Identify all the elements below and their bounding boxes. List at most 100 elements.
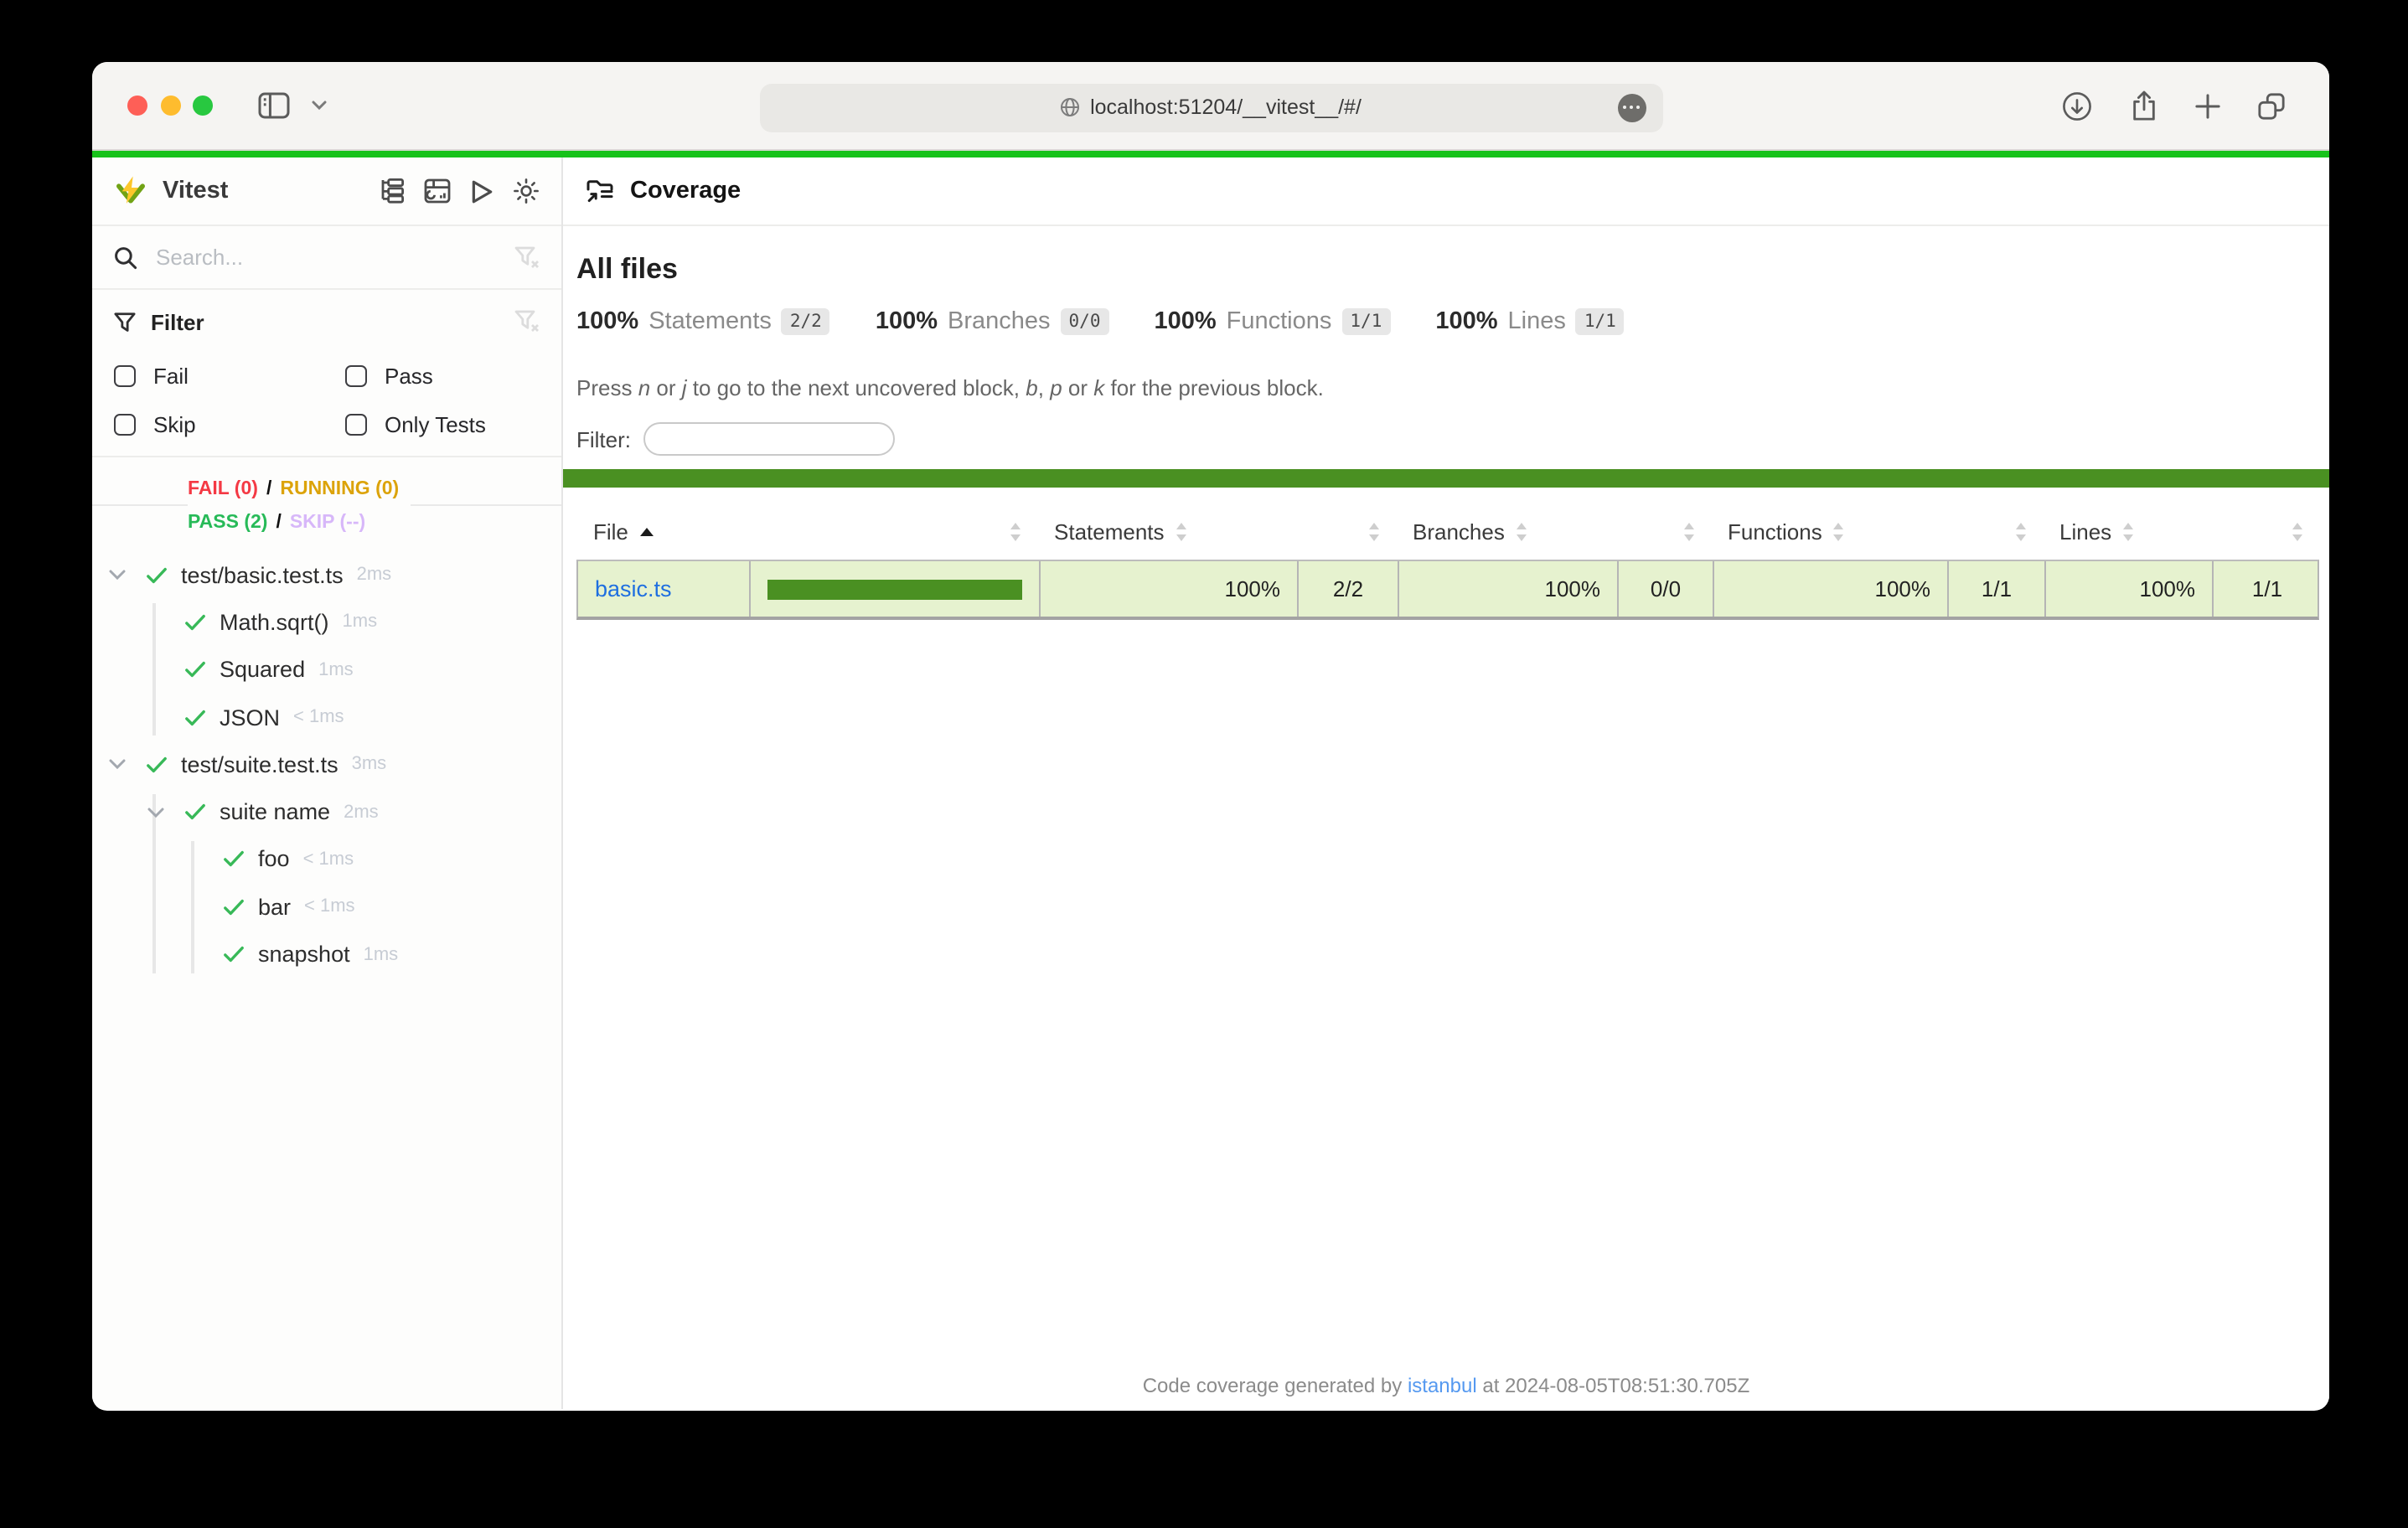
tree-item-bar[interactable]: bar< 1ms (92, 883, 561, 931)
istanbul-link[interactable]: istanbul (1408, 1374, 1477, 1397)
checkbox[interactable] (114, 415, 135, 436)
address-bar[interactable]: localhost:51204/__vitest__/#/ (759, 83, 1662, 132)
test-name: bar (258, 894, 291, 919)
filter-option-skip[interactable]: Skip (114, 400, 345, 449)
zoom-window-button[interactable] (193, 96, 213, 116)
file-coverage-fill (767, 579, 1022, 599)
download-icon[interactable] (2061, 90, 2093, 121)
chevron-down-icon[interactable] (109, 570, 127, 580)
traffic-lights (127, 96, 213, 116)
tree-view-icon[interactable] (379, 178, 406, 204)
file-coverage-bar (767, 579, 1022, 599)
test-name: Math.sqrt() (220, 610, 329, 635)
col-header-functions[interactable]: Functions (1711, 504, 1946, 560)
test-name: foo (258, 847, 290, 872)
browser-window: localhost:51204/__vitest__/#/ (92, 62, 2329, 1411)
test-name: test/basic.test.ts (181, 562, 344, 587)
share-icon[interactable] (2130, 90, 2158, 121)
coverage-summary: 100%Statements2/2100%Branches0/0100%Func… (576, 308, 2329, 335)
tabs-overview-icon[interactable] (2257, 91, 2286, 120)
col-header-statements-raw[interactable] (1295, 504, 1396, 560)
tree-item-squared[interactable]: Squared1ms (92, 646, 561, 694)
tree-item-snapshot[interactable]: snapshot1ms (92, 931, 561, 978)
metric-percent-cell: 100% (1039, 561, 1297, 617)
vitest-logo (114, 174, 147, 208)
summary-label: Branches (948, 308, 1051, 335)
filter-option-label: Pass (385, 364, 433, 389)
coverage-table: File Statements Branches Functions Lines bas… (576, 504, 2319, 620)
coverage-filter: Filter: (576, 422, 2329, 456)
col-header-functions-raw[interactable] (1946, 504, 2043, 560)
summary-ratio-badge: 1/1 (1576, 308, 1625, 335)
check-icon (184, 706, 206, 728)
sidebar-toggle-icon[interactable] (258, 92, 290, 119)
col-header-bar[interactable] (747, 504, 1037, 560)
tree-item-foo[interactable]: foo< 1ms (92, 836, 561, 884)
summary-label: Statements (649, 308, 772, 335)
check-icon (223, 896, 245, 917)
metric-percent-cell: 100% (1398, 561, 1617, 617)
separator: / (266, 479, 271, 499)
summary-statements: 100%Statements2/2 (576, 308, 830, 335)
col-header-branches-raw[interactable] (1615, 504, 1711, 560)
test-duration: 1ms (343, 612, 378, 632)
clear-filter-icon[interactable] (514, 310, 540, 333)
col-header-branches[interactable]: Branches (1396, 504, 1615, 560)
search-input[interactable] (152, 243, 499, 271)
hint-key: b (1026, 375, 1037, 400)
metric-percent-cell: 100% (1713, 561, 1947, 617)
col-header-lines[interactable]: Lines (2043, 504, 2210, 560)
col-header-statements[interactable]: Statements (1037, 504, 1295, 560)
more-icon[interactable] (1617, 93, 1646, 121)
tree-item-suite-name[interactable]: suite name2ms (92, 788, 561, 836)
chevron-down-icon[interactable] (109, 760, 127, 770)
close-window-button[interactable] (127, 96, 147, 116)
filter-option-only-tests[interactable]: Only Tests (345, 400, 540, 449)
tree-item-test-basic-test-ts[interactable]: test/basic.test.ts2ms (92, 551, 561, 599)
metric-ratio-cell: 0/0 (1617, 561, 1713, 617)
url-text: localhost:51204/__vitest__/#/ (1090, 96, 1362, 119)
check-icon (146, 564, 168, 586)
tree-item-math-sqrt[interactable]: Math.sqrt() 1ms (92, 599, 561, 647)
filter-option-fail[interactable]: Fail (114, 352, 345, 400)
check-icon (184, 612, 206, 633)
summary-label: Functions (1227, 308, 1332, 335)
tree-item-json[interactable]: JSON< 1ms (92, 694, 561, 741)
new-tab-icon[interactable] (2195, 93, 2220, 118)
col-header-file[interactable]: File (576, 504, 747, 560)
chevron-down-icon[interactable] (147, 807, 166, 817)
filter-option-label: Fail (153, 364, 189, 389)
filter-header: Filter (114, 307, 540, 337)
sort-arrows-icon (1517, 524, 1527, 541)
summary-lines: 100%Lines1/1 (1435, 308, 1624, 335)
summary-percent: 100% (576, 308, 638, 335)
checkbox[interactable] (114, 366, 135, 387)
file-link[interactable]: basic.ts (595, 576, 672, 601)
coverage-filter-input[interactable] (643, 422, 894, 456)
sort-arrows-icon (2123, 524, 2133, 541)
run-all-icon[interactable] (469, 178, 494, 204)
separator: / (276, 513, 281, 533)
sort-arrows-icon (1369, 524, 1379, 541)
dashboard-icon[interactable] (424, 178, 451, 204)
sidebar: Vitest (92, 157, 563, 1409)
keyboard-hint: Press n or j to go to the next uncovered… (576, 375, 2329, 400)
hint-text: or (650, 375, 682, 400)
col-header-label: Statements (1054, 519, 1165, 545)
main-panel: Coverage All files 100%Statements2/2100%… (563, 157, 2329, 1409)
clear-filter-icon[interactable] (514, 245, 540, 269)
tree-item-test-suite-test-ts[interactable]: test/suite.test.ts3ms (92, 741, 561, 788)
report-title: All files (576, 253, 2329, 286)
hint-text: , (1038, 375, 1050, 400)
coverage-row: basic.ts100%2/2100%0/0100%1/1100%1/1 (576, 560, 2319, 620)
checkbox[interactable] (345, 366, 366, 387)
filter-option-pass[interactable]: Pass (345, 352, 540, 400)
chevron-down-icon[interactable] (312, 101, 327, 111)
theme-toggle-icon[interactable] (513, 178, 540, 204)
coverage-report: All files 100%Statements2/2100%Branches0… (563, 226, 2329, 1409)
col-header-lines-raw[interactable] (2210, 504, 2319, 560)
minimize-window-button[interactable] (160, 96, 180, 116)
sort-arrows-icon (1010, 524, 1021, 541)
toolbar-actions (2061, 90, 2286, 121)
checkbox[interactable] (345, 415, 366, 436)
